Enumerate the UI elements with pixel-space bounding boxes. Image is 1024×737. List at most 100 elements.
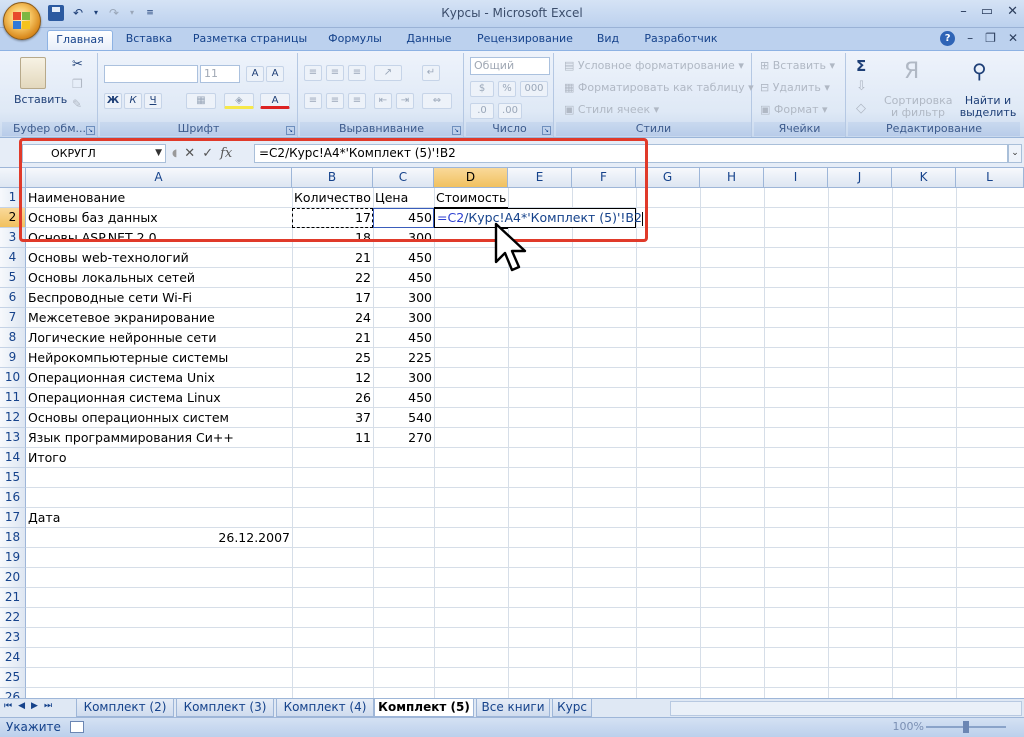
column-header-i[interactable]: I — [764, 168, 828, 188]
column-header-g[interactable]: G — [636, 168, 700, 188]
tab-data[interactable]: Данные — [400, 30, 458, 50]
cell-c7[interactable]: 300 — [373, 308, 434, 328]
tab-developer[interactable]: Разработчик — [638, 30, 724, 50]
cell-b5[interactable]: 22 — [292, 268, 373, 288]
cell-c13[interactable]: 270 — [373, 428, 434, 448]
row-header-9[interactable]: 9 — [0, 348, 26, 368]
cell-a7[interactable]: Межсетевое экранирование — [26, 308, 292, 328]
font-color-icon[interactable]: A — [260, 93, 290, 109]
column-header-j[interactable]: J — [828, 168, 892, 188]
cell-b1[interactable]: Количество — [292, 188, 373, 208]
paste-button[interactable]: Вставить — [14, 93, 67, 106]
clear-icon[interactable]: ◇ — [856, 101, 866, 116]
row-header-1[interactable]: 1 — [0, 188, 26, 208]
dialog-launcher-icon[interactable]: ↘ — [86, 126, 95, 135]
row-header-11[interactable]: 11 — [0, 388, 26, 408]
cell-c12[interactable]: 540 — [373, 408, 434, 428]
tab-page-layout[interactable]: Разметка страницы — [190, 30, 310, 50]
font-size-box[interactable]: 11 — [200, 65, 240, 83]
shrink-font-icon[interactable]: A — [266, 66, 284, 82]
row-header-5[interactable]: 5 — [0, 268, 26, 288]
fill-icon[interactable]: ⇩ — [856, 79, 867, 94]
row-header-12[interactable]: 12 — [0, 408, 26, 428]
cell-b12[interactable]: 37 — [292, 408, 373, 428]
cell-c9[interactable]: 225 — [373, 348, 434, 368]
minimize-icon[interactable]: – — [960, 4, 967, 19]
sheet-tab-all-books[interactable]: Все книги — [476, 699, 550, 717]
cell-b13[interactable]: 11 — [292, 428, 373, 448]
increase-indent-icon[interactable]: ⇥ — [396, 93, 414, 109]
merge-center-icon[interactable]: ⇔ — [422, 93, 452, 109]
autosum-icon[interactable]: Σ — [856, 57, 866, 75]
cell-a12[interactable]: Основы операционных систем — [26, 408, 292, 428]
prev-sheet-icon[interactable]: ◀ — [18, 701, 25, 711]
zoom-slider-thumb[interactable] — [963, 721, 969, 733]
column-header-h[interactable]: H — [700, 168, 764, 188]
sort-filter-button[interactable]: Сортировка и фильтр — [884, 95, 953, 119]
cell-a18[interactable]: 26.12.2007 — [26, 528, 292, 548]
cell-a8[interactable]: Логические нейронные сети — [26, 328, 292, 348]
cell-d2-editing[interactable]: =C2/Курс!A4*'Комплект (5)'!B2 — [434, 208, 643, 228]
cell-b7[interactable]: 24 — [292, 308, 373, 328]
wrap-text-icon[interactable]: ↵ — [422, 65, 440, 81]
cell-b4[interactable]: 21 — [292, 248, 373, 268]
align-middle-icon[interactable]: ≡ — [326, 65, 344, 81]
cell-c5[interactable]: 450 — [373, 268, 434, 288]
cell-c10[interactable]: 300 — [373, 368, 434, 388]
tab-insert[interactable]: Вставка — [120, 30, 178, 50]
column-header-b[interactable]: B — [292, 168, 373, 188]
sheet-tab-komplekt-3[interactable]: Комплект (3) — [176, 699, 274, 717]
horizontal-scrollbar[interactable] — [670, 701, 1022, 716]
decrease-indent-icon[interactable]: ⇤ — [374, 93, 392, 109]
row-header-14[interactable]: 14 — [0, 448, 26, 468]
cell-b11[interactable]: 26 — [292, 388, 373, 408]
dialog-launcher-icon[interactable]: ↘ — [286, 126, 295, 135]
cell-styles-button[interactable]: ▣ Стили ячеек ▾ — [564, 103, 659, 116]
row-header-26[interactable]: 26 — [0, 688, 26, 698]
sheet-tab-komplekt-2[interactable]: Комплект (2) — [76, 699, 174, 717]
sheet-tab-kurs[interactable]: Курс — [552, 699, 592, 717]
italic-button[interactable]: К — [124, 93, 142, 109]
cell-a3[interactable]: Основы ASP.NET 2.0 — [26, 228, 292, 248]
cell-b9[interactable]: 25 — [292, 348, 373, 368]
row-header-2[interactable]: 2 — [0, 208, 26, 228]
close-icon[interactable]: ✕ — [1008, 31, 1018, 46]
cell-b3[interactable]: 18 — [292, 228, 373, 248]
row-header-15[interactable]: 15 — [0, 468, 26, 488]
chevron-down-icon[interactable]: ⌄ — [1008, 144, 1022, 163]
maximize-icon[interactable]: ▭ — [981, 4, 993, 19]
percent-icon[interactable]: % — [498, 81, 516, 97]
column-header-c[interactable]: C — [373, 168, 434, 188]
cell-a2[interactable]: Основы баз данных — [26, 208, 292, 228]
enter-icon[interactable]: ✓ — [202, 146, 213, 161]
row-header-3[interactable]: 3 — [0, 228, 26, 248]
cell-a17[interactable]: Дата — [26, 508, 292, 528]
cell-a11[interactable]: Операционная система Linux — [26, 388, 292, 408]
first-sheet-icon[interactable]: ⏮ — [4, 701, 12, 711]
currency-icon[interactable]: $ — [470, 81, 494, 97]
row-header-21[interactable]: 21 — [0, 588, 26, 608]
row-header-19[interactable]: 19 — [0, 548, 26, 568]
find-select-button[interactable]: Найти и выделить — [956, 95, 1020, 119]
row-header-25[interactable]: 25 — [0, 668, 26, 688]
align-top-icon[interactable]: ≡ — [304, 65, 322, 81]
cell-c8[interactable]: 450 — [373, 328, 434, 348]
row-header-7[interactable]: 7 — [0, 308, 26, 328]
cell-a6[interactable]: Беспроводные сети Wi-Fi — [26, 288, 292, 308]
align-right-icon[interactable]: ≡ — [348, 93, 366, 109]
cell-a5[interactable]: Основы локальных сетей — [26, 268, 292, 288]
column-header-a[interactable]: A — [26, 168, 292, 188]
column-header-d[interactable]: D — [434, 168, 508, 188]
borders-icon[interactable]: ▦ — [186, 93, 216, 109]
expand-handle-icon[interactable]: ◖ — [172, 148, 177, 159]
row-header-4[interactable]: 4 — [0, 248, 26, 268]
delete-cells-button[interactable]: ⊟ Удалить ▾ — [760, 81, 830, 94]
fill-color-icon[interactable]: ◈ — [224, 93, 254, 109]
tab-review[interactable]: Рецензирование — [472, 30, 578, 50]
cell-c3[interactable]: 300 — [373, 228, 434, 248]
dialog-launcher-icon[interactable]: ↘ — [542, 126, 551, 135]
cell-a9[interactable]: Нейрокомпьютерные системы — [26, 348, 292, 368]
macro-record-icon[interactable] — [70, 721, 84, 733]
conditional-formatting-button[interactable]: ▤ Условное форматирование ▾ — [564, 59, 744, 72]
format-cells-button[interactable]: ▣ Формат ▾ — [760, 103, 828, 116]
